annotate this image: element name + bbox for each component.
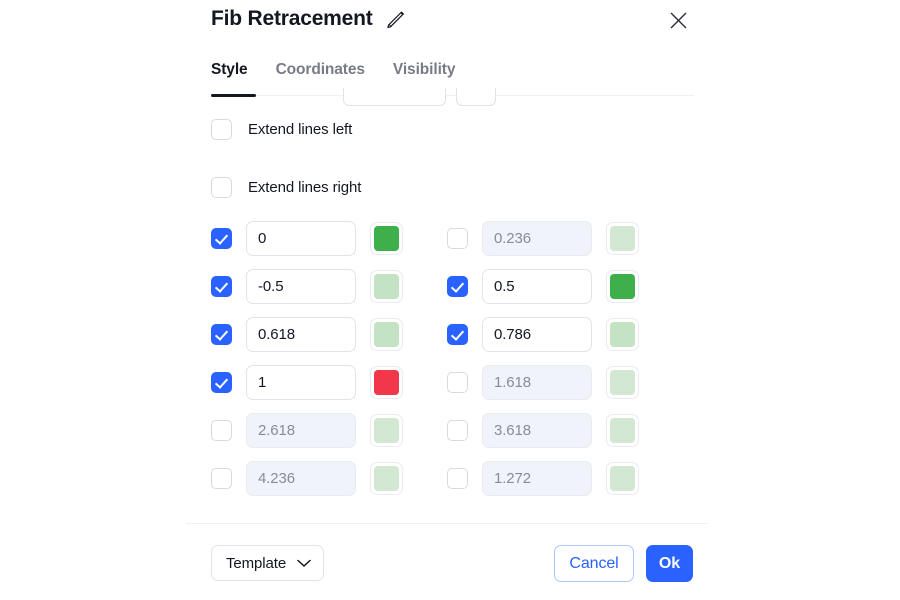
extend-lines-left-row[interactable]: Extend lines left <box>211 119 352 140</box>
page-title: Fib Retracement <box>211 7 373 30</box>
fib-level-input-8[interactable] <box>246 413 356 448</box>
fib-level-checkbox-2[interactable] <box>211 276 232 297</box>
fib-level-color-4[interactable] <box>370 318 403 351</box>
ok-button[interactable]: Ok <box>646 545 693 582</box>
footer-actions: Cancel Ok <box>554 545 693 582</box>
fib-level-row <box>447 221 639 256</box>
fib-level-input-5[interactable] <box>482 317 592 352</box>
clipped-control-narrow[interactable] <box>456 88 496 106</box>
fib-level-input-6[interactable] <box>246 365 356 400</box>
fib-level-input-0[interactable] <box>246 221 356 256</box>
fib-level-row <box>447 461 639 496</box>
fib-level-row <box>211 365 403 400</box>
fib-level-input-10[interactable] <box>246 461 356 496</box>
fib-level-checkbox-4[interactable] <box>211 324 232 345</box>
color-chip <box>374 370 399 395</box>
fib-level-input-11[interactable] <box>482 461 592 496</box>
fib-level-checkbox-6[interactable] <box>211 372 232 393</box>
color-chip <box>374 322 399 347</box>
extend-lines-right-row[interactable]: Extend lines right <box>211 177 361 198</box>
fib-level-color-9[interactable] <box>606 414 639 447</box>
dialog-header: Fib Retracement <box>0 0 900 46</box>
fib-level-row <box>447 413 639 448</box>
clipped-controls-row <box>211 88 496 106</box>
template-dropdown-label: Template <box>226 554 287 572</box>
title-group: Fib Retracement <box>211 5 407 33</box>
extend-lines-left-checkbox[interactable] <box>211 119 232 140</box>
fib-level-checkbox-3[interactable] <box>447 276 468 297</box>
dialog-footer: Template Cancel Ok <box>0 523 900 600</box>
color-chip <box>610 418 635 443</box>
clipped-control-wide[interactable] <box>343 88 446 106</box>
fib-levels-grid <box>211 221 639 496</box>
fib-level-input-9[interactable] <box>482 413 592 448</box>
fib-level-checkbox-5[interactable] <box>447 324 468 345</box>
fib-level-input-7[interactable] <box>482 365 592 400</box>
color-chip <box>610 226 635 251</box>
fib-level-color-6[interactable] <box>370 366 403 399</box>
fib-level-checkbox-11[interactable] <box>447 468 468 489</box>
fib-level-input-3[interactable] <box>482 269 592 304</box>
extend-lines-left-label: Extend lines left <box>248 121 353 138</box>
fib-level-row <box>447 365 639 400</box>
color-chip <box>374 466 399 491</box>
close-icon <box>670 12 686 28</box>
close-button[interactable] <box>665 7 691 33</box>
footer-divider <box>186 523 707 524</box>
color-chip <box>374 418 399 443</box>
fib-level-row <box>447 269 639 304</box>
fib-level-color-7[interactable] <box>606 366 639 399</box>
fib-level-input-4[interactable] <box>246 317 356 352</box>
fib-level-row <box>211 317 403 352</box>
fib-level-checkbox-9[interactable] <box>447 420 468 441</box>
cancel-button[interactable]: Cancel <box>554 545 634 582</box>
fib-level-checkbox-8[interactable] <box>211 420 232 441</box>
fib-level-color-8[interactable] <box>370 414 403 447</box>
fib-level-color-11[interactable] <box>606 462 639 495</box>
color-chip <box>610 370 635 395</box>
fib-level-input-1[interactable] <box>482 221 592 256</box>
color-chip <box>610 466 635 491</box>
fib-level-checkbox-0[interactable] <box>211 228 232 249</box>
fib-level-row <box>211 413 403 448</box>
extend-lines-right-checkbox[interactable] <box>211 177 232 198</box>
pencil-icon[interactable] <box>385 8 407 30</box>
template-dropdown[interactable]: Template <box>211 545 325 581</box>
fib-level-color-10[interactable] <box>370 462 403 495</box>
fib-level-row <box>211 221 403 256</box>
tab-bar: Style Coordinates Visibility <box>0 46 900 88</box>
fib-level-row <box>447 317 639 352</box>
dialog-body: Extend lines left Extend lines right <box>0 88 900 523</box>
chevron-down-icon <box>297 559 311 567</box>
fib-level-checkbox-7[interactable] <box>447 372 468 393</box>
color-chip <box>610 322 635 347</box>
fib-retracement-dialog: Fib Retracement Style Coordinates Visibi… <box>0 0 900 600</box>
color-chip <box>374 226 399 251</box>
fib-level-color-3[interactable] <box>606 270 639 303</box>
fib-level-checkbox-1[interactable] <box>447 228 468 249</box>
fib-level-row <box>211 269 403 304</box>
fib-level-color-2[interactable] <box>370 270 403 303</box>
fib-level-color-5[interactable] <box>606 318 639 351</box>
fib-level-color-0[interactable] <box>370 222 403 255</box>
fib-level-checkbox-10[interactable] <box>211 468 232 489</box>
extend-lines-right-label: Extend lines right <box>248 179 362 196</box>
fib-level-row <box>211 461 403 496</box>
color-chip <box>374 274 399 299</box>
color-chip <box>610 274 635 299</box>
fib-level-color-1[interactable] <box>606 222 639 255</box>
fib-level-input-2[interactable] <box>246 269 356 304</box>
